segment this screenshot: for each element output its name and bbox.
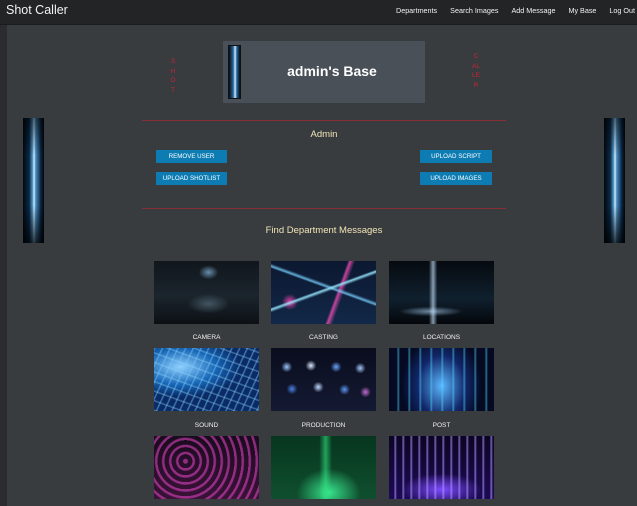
upload-script-button[interactable]: UPLOAD SCRIPT xyxy=(420,150,492,163)
departments-section-title: Find Department Messages xyxy=(265,225,383,236)
right-banner-image xyxy=(604,118,625,243)
divider-bottom xyxy=(142,208,506,209)
department-tile-camera[interactable] xyxy=(154,261,259,324)
nav-link-search-images[interactable]: Search Images xyxy=(450,6,498,15)
base-header-card: admin's Base xyxy=(223,41,425,103)
department-tile-casting[interactable] xyxy=(271,261,376,324)
nav-link-log-out[interactable]: Log Out xyxy=(609,6,635,15)
department-label-casting[interactable]: CASTING xyxy=(271,334,376,341)
department-label-post[interactable]: POST xyxy=(389,422,494,429)
vertical-text-shot: SHOT xyxy=(170,58,176,94)
upload-images-button[interactable]: UPLOAD IMAGES xyxy=(420,172,492,185)
department-label-sound[interactable]: SOUND xyxy=(154,422,259,429)
department-tile-post[interactable] xyxy=(389,348,494,411)
vertical-text-caller: CALLER xyxy=(472,53,480,89)
nav-link-departments[interactable]: Departments xyxy=(396,6,437,15)
remove-user-button[interactable]: REMOVE USER xyxy=(156,150,227,163)
department-tile-sound[interactable] xyxy=(154,348,259,411)
upload-shotlist-button[interactable]: UPLOAD SHOTLIST xyxy=(156,172,227,185)
department-tile-production[interactable] xyxy=(271,348,376,411)
admin-section-title: Admin xyxy=(310,129,338,140)
nav-link-add-message[interactable]: Add Message xyxy=(512,6,556,15)
department-label-camera[interactable]: CAMERA xyxy=(154,334,259,341)
department-tile-locations[interactable] xyxy=(389,261,494,324)
divider-top xyxy=(142,120,506,121)
department-tile-row3-middle[interactable] xyxy=(271,436,376,499)
nav-link-my-base[interactable]: My Base xyxy=(568,6,596,15)
department-label-production[interactable]: PRODUCTION xyxy=(271,422,376,429)
left-banner-image xyxy=(23,118,44,243)
department-label-locations[interactable]: LOCATIONS xyxy=(389,334,494,341)
nav-links: Departments Search Images Add Message My… xyxy=(383,6,635,15)
page-title: admin's Base xyxy=(287,63,377,79)
department-tile-row3-left[interactable] xyxy=(154,436,259,499)
navbar: Shot Caller Departments Search Images Ad… xyxy=(0,0,637,25)
department-tile-row3-right[interactable] xyxy=(389,436,494,499)
brand-logo-text[interactable]: Shot Caller xyxy=(6,3,68,17)
